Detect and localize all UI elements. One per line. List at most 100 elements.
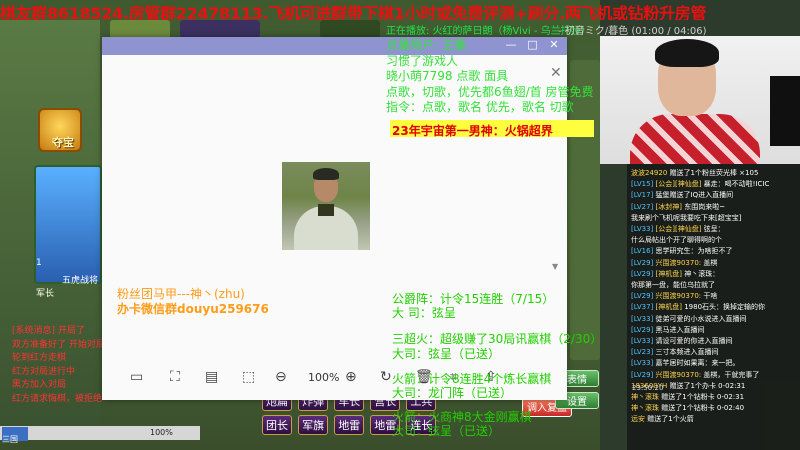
chat-level: [LV17] <box>631 191 656 200</box>
chat-username[interactable]: 神丶滚珠 <box>631 404 661 412</box>
zoom-out-icon[interactable]: ⊖ <box>275 369 287 385</box>
chat-message: [LV27] [冰封神] 东围岗来啦~ <box>631 202 725 212</box>
slogan-band: 23年宇宙第一男神：火锅超界 <box>390 120 594 138</box>
chat-level: [LV33] <box>631 314 656 323</box>
chat-message: [LV29] 兴围渡90370: 盖棋 <box>631 258 717 268</box>
chat-level: [LV37] <box>631 303 656 312</box>
chat-text: 赠送了1个钻粉卡 0-02:40 <box>661 404 745 413</box>
song-request-line: 指令：点歌，歌名 优先，歌名 切歌 <box>386 100 574 114</box>
player-avatar[interactable] <box>34 165 102 284</box>
layout-icon[interactable]: ▭ <box>130 369 143 385</box>
chat-message: [LV23] 三寸本频进入直播间 <box>631 347 719 357</box>
chat-text: 赠送了1个火箭 <box>647 415 694 424</box>
chat-username[interactable]: [冰封神] <box>656 203 685 211</box>
chat-text: 赠送了1个钻粉卡 0-02:31 <box>661 393 745 401</box>
chat-level: [LV29] <box>631 292 656 301</box>
piece-button[interactable]: 军旗 <box>298 415 329 435</box>
chat-text: 请设可爱的你进入直播间 <box>655 337 733 345</box>
log-line: 双方准备好了 开始对局 <box>12 339 105 350</box>
chat-timestamp: 23:50:20 <box>632 384 664 392</box>
board-tile <box>570 60 600 360</box>
chat-text: 弦呈： <box>703 225 725 233</box>
chat-text: 你那第一盘，能位乌拉就了 <box>631 281 715 289</box>
log-line: 红方请求悔棋，被拒绝 <box>12 393 103 404</box>
chat-level: [LV33] <box>631 337 656 345</box>
chat-text: 盖棋，干就完事了 <box>703 370 760 379</box>
chat-text: 盖棋 <box>703 258 718 267</box>
chat-message: [LV33] 请设可爱的你进入直播间 <box>631 336 733 346</box>
piece-button[interactable]: 地雷 <box>334 415 365 435</box>
chat-text: 三寸本频进入直播间 <box>655 348 719 357</box>
maximize-icon[interactable]: □ <box>524 38 542 51</box>
zoom-level[interactable]: 100% <box>308 371 339 384</box>
chat-username[interactable]: 波波24920 <box>631 169 670 177</box>
streamer-hair-shape <box>655 39 719 67</box>
chat-message: [LV29] [神机盘] 神丶滚珠： <box>631 269 719 279</box>
photo-portrait <box>282 162 370 250</box>
chat-level: [LV27] <box>631 202 656 211</box>
chat-message: [LV29] 兴围渡90370: 盖棋，干就完事了 <box>631 370 759 380</box>
photo-collar-shape <box>318 204 334 216</box>
minimize-icon[interactable]: — <box>502 38 520 51</box>
chat-text: 1980石头：换掉定输的你 <box>684 303 766 312</box>
fit-icon[interactable]: ⬚ <box>242 369 255 385</box>
chat-message: 什么局帖出个开了聊得啊的个 <box>631 235 722 245</box>
close-icon[interactable]: ✕ <box>545 38 563 51</box>
log-line: 红方对局进行中 <box>12 366 76 377</box>
chat-username[interactable]: 兴围渡90370: <box>656 259 704 267</box>
chat-text: 东围岗来啦~ <box>684 202 726 211</box>
log-line: [系统消息] 开局了 <box>12 326 85 336</box>
stream-banner: 棋友群8618524.房管群22478113.飞机可进群带下棋1小时或免费评测+… <box>0 4 707 20</box>
status-zoom[interactable]: 100% <box>150 428 173 437</box>
board-tile <box>320 20 380 38</box>
chat-message: [LV15] [公会][神仙盘] 暴走：喝不动啦!ICIC <box>631 179 769 189</box>
chat-username[interactable]: 兴围渡90370: <box>656 371 704 379</box>
chat-text: 神丶滚珠： <box>684 269 720 278</box>
piece-button[interactable]: 团长 <box>262 415 292 435</box>
avatar-level: 1 <box>36 258 42 268</box>
chat-message: 波波24920 赠送了1个粉丝荧光棒 ×105 <box>631 168 758 178</box>
chat-level: [LV16] <box>631 247 656 256</box>
chat-username[interactable]: [神机盘] <box>656 303 685 311</box>
scroll-down-icon[interactable]: ▼ <box>552 262 558 271</box>
chat-message: [LV17] 猛堡赠送了IQ进入直播间 <box>631 190 733 200</box>
treasure-label: 夺宝 <box>52 136 74 149</box>
streamer-webcam <box>600 36 800 164</box>
chat-username[interactable]: [神机盘] <box>656 270 685 278</box>
chat-message: [LV29] 兴围渡90370: 干啥 <box>631 291 717 301</box>
chat-text: 我来刷个飞机呢我要吃下来[超宝宝] <box>631 213 742 222</box>
fans-wechat-line: 办卡微信群douyu259676 <box>117 302 269 316</box>
scan-icon[interactable]: ⛶ <box>170 369 180 385</box>
zoom-in-icon[interactable]: ⊕ <box>345 369 357 385</box>
image-icon[interactable]: ▤ <box>205 369 218 385</box>
slogan-text: 23年宇宙第一男神：火锅超界 <box>392 124 553 138</box>
chat-username[interactable]: 兴围渡90370: <box>656 292 704 300</box>
chat-message: [LV33] [公会][神仙盘] 弦呈： <box>631 224 725 234</box>
chat-level: [LV29] <box>631 370 656 379</box>
chat-message: [LV33] 徒弟可爱的小水说进入直播间 <box>631 314 747 324</box>
rotate-icon[interactable]: ↻ <box>380 369 392 385</box>
now-playing-next: - 初音ミク/暮色 (01:00 / 04:06) <box>558 26 707 37</box>
viewer-titlebar[interactable]: — □ ✕ <box>102 37 567 55</box>
microphone-shape <box>770 76 800 146</box>
game-log: [系统消息] 开局了 双方准备好了 开始对局 轮到红方走棋 红方对局进行中 黑方… <box>12 325 105 415</box>
chat-text: 思学研究生：为啥拒不了 <box>655 247 733 256</box>
close-overlay-icon[interactable]: ✕ <box>550 65 562 81</box>
streamer-shirt-shape <box>630 114 760 164</box>
chat-username[interactable]: [公会][神仙盘] <box>656 225 704 233</box>
chat-username[interactable]: 神丶滚珠 <box>631 393 661 401</box>
live-chat: 波波24920 赠送了1个粉丝荧光棒 ×105 [LV15] [公会][神仙盘]… <box>627 164 800 450</box>
chat-level: [LV29] <box>631 269 656 278</box>
chat-text: 赠送了1个办卡 0-02:31 <box>669 381 746 390</box>
chat-username[interactable]: 远安 <box>631 415 647 423</box>
reward-rule: 大 司：弦呈 <box>392 306 456 320</box>
chat-level: [LV33] <box>631 225 656 233</box>
log-line: 轮到红方走棋 <box>12 353 67 363</box>
chat-level: [LV23] <box>631 348 656 357</box>
app-logo-label: 三国 <box>2 435 18 444</box>
chat-username[interactable]: [公会][神仙盘] <box>656 180 704 188</box>
chat-text: 猛堡赠送了IQ进入直播间 <box>655 191 734 200</box>
chat-message: [LV29] 黑马进入直播间 <box>631 325 705 335</box>
chat-text: 徒弟可爱的小水说进入直播间 <box>655 314 747 323</box>
chat-text: 干啥 <box>703 292 718 301</box>
